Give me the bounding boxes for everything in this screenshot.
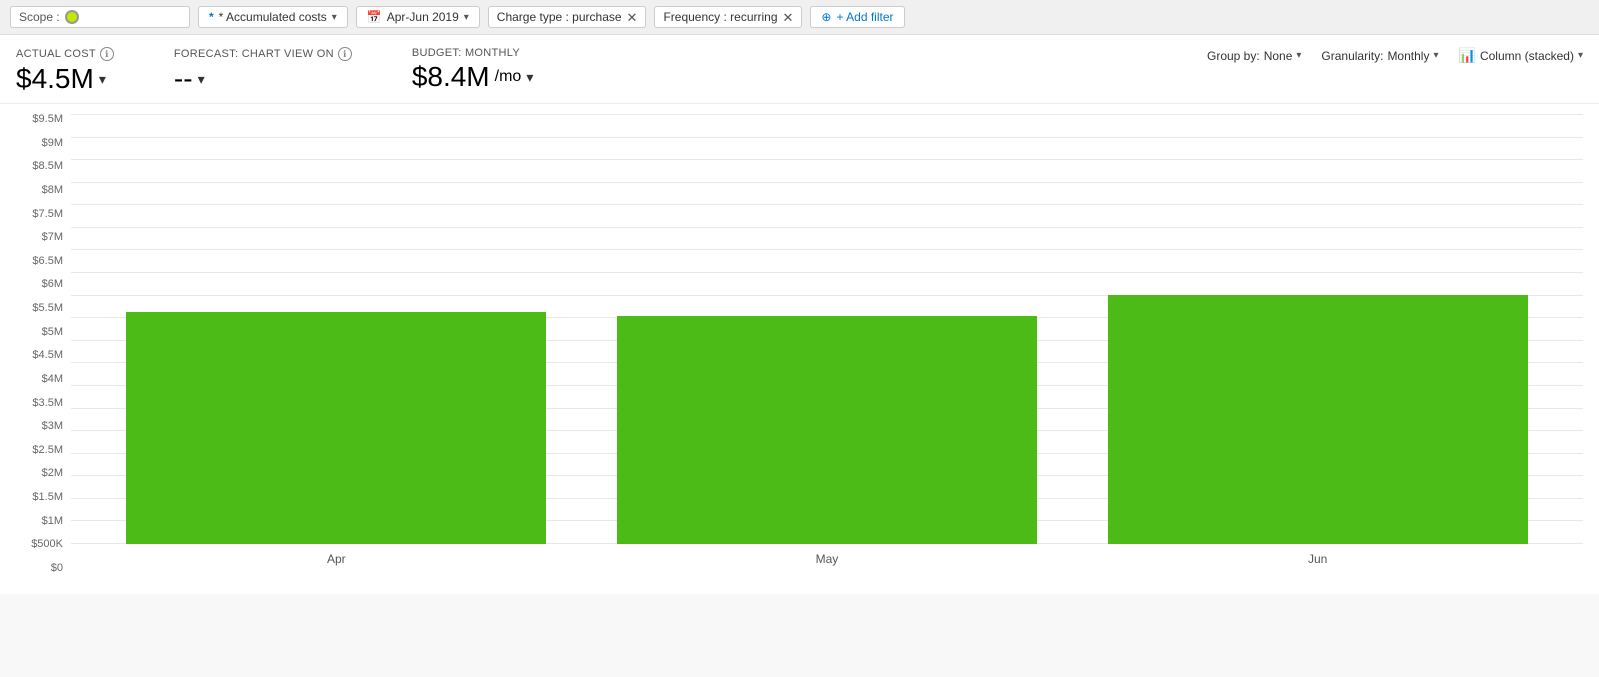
granularity-control[interactable]: Granularity: Monthly ▾ — [1321, 49, 1438, 63]
actual-cost-label: ACTUAL COST ℹ — [16, 47, 114, 61]
charge-type-remove-button[interactable]: ✕ — [627, 11, 638, 24]
y-axis-label: $0 — [16, 563, 63, 574]
y-axis-label: $7M — [16, 232, 63, 243]
granularity-label: Granularity: — [1321, 49, 1383, 63]
view-type-chevron-icon: ▾ — [1578, 50, 1583, 61]
x-axis-label: May — [617, 544, 1037, 574]
forecast-label: FORECAST: CHART VIEW ON ℹ — [174, 47, 352, 61]
toolbar: Scope : * * Accumulated costs ▾ 📅 Apr-Ju… — [0, 0, 1599, 35]
y-axis-label: $8M — [16, 185, 63, 196]
frequency-label: Frequency : recurring — [663, 10, 777, 24]
y-axis-label: $5M — [16, 327, 63, 338]
x-axis-label: Apr — [126, 544, 546, 574]
y-axis: $0 $500K $1M $1.5M $2M $2.5M $3M $3.5M $4M $4.5M $… — [16, 114, 71, 574]
actual-cost-value[interactable]: $4.5M ▾ — [16, 63, 114, 95]
y-axis-label: $1.5M — [16, 492, 63, 503]
date-range-label: Apr-Jun 2019 — [387, 10, 459, 24]
y-axis-label: $7.5M — [16, 209, 63, 220]
metrics-row: ACTUAL COST ℹ $4.5M ▾ FORECAST: CHART VI… — [0, 35, 1599, 104]
bars-container — [71, 114, 1583, 544]
forecast-chevron-icon: ▾ — [198, 71, 205, 88]
bar-group — [617, 114, 1037, 544]
group-by-label: Group by: — [1207, 49, 1260, 63]
frequency-filter: Frequency : recurring ✕ — [654, 6, 802, 28]
y-axis-label: $4M — [16, 374, 63, 385]
asterisk-icon: * — [209, 10, 214, 24]
y-axis-label: $6M — [16, 279, 63, 290]
actual-cost-chevron-icon: ▾ — [99, 71, 106, 88]
date-range-button[interactable]: 📅 Apr-Jun 2019 ▾ — [356, 6, 480, 28]
chevron-down-icon: ▾ — [464, 12, 469, 23]
column-chart-icon: 📊 — [1459, 47, 1476, 64]
view-type-control[interactable]: 📊 Column (stacked) ▾ — [1459, 47, 1584, 64]
granularity-value: Monthly — [1387, 49, 1429, 63]
forecast-value[interactable]: -- ▾ — [174, 63, 352, 95]
charge-type-label: Charge type : purchase — [497, 10, 622, 24]
y-axis-label: $4.5M — [16, 350, 63, 361]
add-filter-label: + Add filter — [836, 10, 893, 24]
bar — [1108, 295, 1528, 544]
bar — [617, 316, 1037, 544]
accumulated-costs-button[interactable]: * * Accumulated costs ▾ — [198, 6, 348, 28]
actual-cost-info-icon[interactable]: ℹ — [100, 47, 114, 61]
y-axis-label: $9.5M — [16, 114, 63, 125]
frequency-remove-button[interactable]: ✕ — [783, 11, 794, 24]
y-axis-label: $5.5M — [16, 303, 63, 314]
budget-metric: BUDGET: MONTHLY $8.4M /mo ▾ — [412, 47, 534, 93]
y-axis-label: $2.5M — [16, 445, 63, 456]
calendar-icon: 📅 — [367, 10, 382, 24]
chevron-down-icon: ▾ — [332, 12, 337, 23]
y-axis-label: $8.5M — [16, 161, 63, 172]
budget-chevron-icon: ▾ — [526, 69, 533, 86]
bar-group — [1108, 114, 1528, 544]
group-by-value: None — [1264, 49, 1293, 63]
y-axis-label: $500K — [16, 539, 63, 550]
y-axis-label: $3.5M — [16, 398, 63, 409]
actual-cost-metric: ACTUAL COST ℹ $4.5M ▾ — [16, 47, 114, 95]
group-by-control[interactable]: Group by: None ▾ — [1207, 49, 1301, 63]
y-axis-label: $6.5M — [16, 256, 63, 267]
y-axis-label: $9M — [16, 138, 63, 149]
budget-value[interactable]: $8.4M /mo ▾ — [412, 61, 534, 93]
y-axis-label: $3M — [16, 421, 63, 432]
x-axis-label: Jun — [1108, 544, 1528, 574]
view-type-label: Column (stacked) — [1480, 49, 1574, 63]
chart-inner: $0 $500K $1M $1.5M $2M $2.5M $3M $3.5M $4M $4.5M $… — [16, 114, 1583, 574]
y-axis-label: $1M — [16, 516, 63, 527]
add-filter-plus-icon: ⊕ — [821, 10, 831, 24]
granularity-chevron-icon: ▾ — [1433, 50, 1438, 61]
group-by-chevron-icon: ▾ — [1296, 50, 1301, 61]
budget-label: BUDGET: MONTHLY — [412, 47, 534, 59]
forecast-metric: FORECAST: CHART VIEW ON ℹ -- ▾ — [174, 47, 352, 95]
budget-unit: /mo — [495, 68, 522, 86]
scope-selector[interactable]: Scope : — [10, 6, 190, 28]
chart-area: $0 $500K $1M $1.5M $2M $2.5M $3M $3.5M $4M $4.5M $… — [0, 104, 1599, 594]
bar — [126, 312, 546, 544]
charge-type-filter: Charge type : purchase ✕ — [488, 6, 647, 28]
forecast-info-icon[interactable]: ℹ — [338, 47, 352, 61]
chart-plot: Apr May Jun — [71, 114, 1583, 574]
scope-label: Scope : — [19, 10, 60, 24]
y-axis-label: $2M — [16, 468, 63, 479]
chart-controls: Group by: None ▾ Granularity: Monthly ▾ … — [1207, 47, 1583, 64]
add-filter-button[interactable]: ⊕ + Add filter — [810, 6, 904, 28]
scope-dot-icon — [65, 10, 79, 24]
accumulated-costs-label: * Accumulated costs — [219, 10, 327, 24]
x-axis: Apr May Jun — [71, 544, 1583, 574]
bar-group — [126, 114, 546, 544]
